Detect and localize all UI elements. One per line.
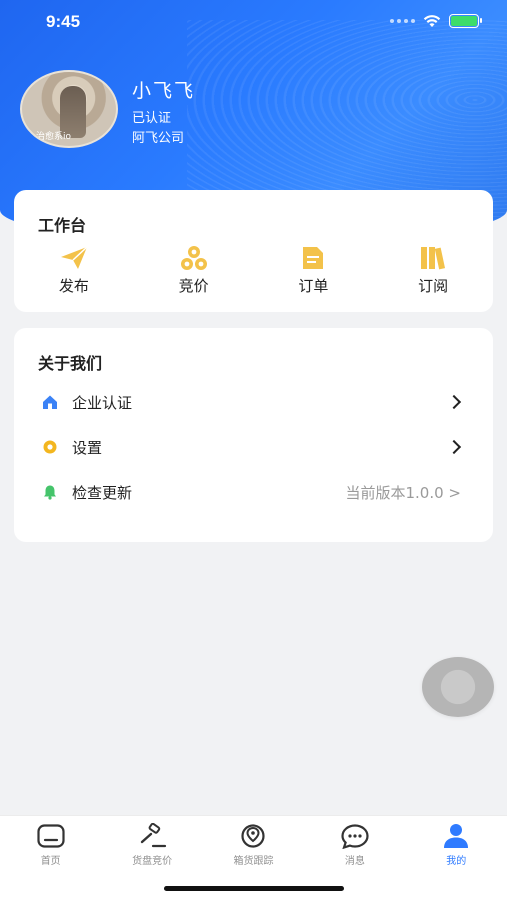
user-name: 小飞飞 [132,80,196,102]
chevron-right-icon [446,439,462,455]
tab-cargo-bidding[interactable]: 货盘竞价 [101,816,202,867]
tab-messages[interactable]: 消息 [304,816,405,867]
gavel-icon [137,822,167,850]
chat-icon [340,822,370,850]
about-us-title: 关于我们 [38,354,103,373]
books-icon [419,245,447,271]
tab-label: 箱货跟踪 [233,856,274,867]
workbench-item-label: 订单 [298,277,329,295]
status-time: 9:45 [46,12,81,31]
menu-item-label: 检查更新 [72,483,133,502]
avatar[interactable]: 治愈系io [20,70,118,148]
status-icons [390,14,482,28]
workbench-card: 工作台 发布 竞价 订单 订阅 [14,190,493,312]
home-indicator [164,886,344,891]
tab-mine[interactable]: 我的 [406,816,507,867]
menu-item-label: 设置 [72,438,103,457]
tab-label: 货盘竞价 [132,856,173,867]
workbench-item-label: 发布 [58,277,89,295]
tab-container-tracking[interactable]: 箱货跟踪 [203,816,304,867]
tab-label: 我的 [446,856,467,867]
workbench-item-label: 竞价 [178,277,209,295]
tab-label: 首页 [40,856,61,867]
document-icon [299,245,327,271]
company-name: 阿飞公司 [132,131,185,146]
verification-status: 已认证 [132,111,172,126]
paper-plane-icon [60,245,88,271]
user-icon [441,822,471,850]
chevron-right-icon [446,394,462,410]
coins-icon [180,245,208,271]
house-icon [42,394,58,410]
tab-home[interactable]: 首页 [0,816,101,867]
current-version: 当前版本1.0.0 > [345,483,461,502]
tab-label: 消息 [344,856,365,867]
workbench-item-subscribe[interactable]: 订阅 [373,245,493,296]
avatar-watermark: 治愈系io [36,132,72,142]
workbench-item-label: 订阅 [418,277,449,295]
workbench-item-orders[interactable]: 订单 [254,245,374,296]
workbench-title: 工作台 [38,216,87,235]
menu-item-settings[interactable]: 设置 [14,427,493,467]
menu-item-label: 企业认证 [72,393,133,412]
floating-assistive-button[interactable] [422,657,494,717]
menu-item-enterprise-verification[interactable]: 企业认证 [14,382,493,422]
bell-icon [42,484,58,500]
about-us-card: 关于我们 企业认证 设置 检查更新 当前版本1.0.0 > [14,328,493,542]
status-bar: 9:45 [0,0,507,46]
map-pin-icon [238,822,268,850]
workbench-item-bidding[interactable]: 竞价 [134,245,254,296]
menu-item-check-update[interactable]: 检查更新 当前版本1.0.0 > [14,472,493,512]
gear-icon [42,439,58,455]
home-icon [36,822,66,850]
signal-icon [390,19,415,23]
wifi-icon [423,14,441,27]
battery-icon [449,14,482,28]
workbench-item-publish[interactable]: 发布 [14,245,134,296]
